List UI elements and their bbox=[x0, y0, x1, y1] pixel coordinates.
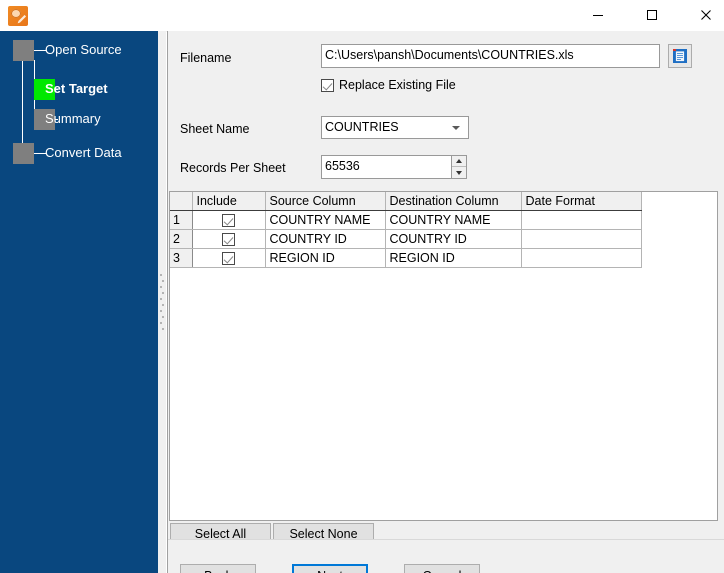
row-number: 2 bbox=[170, 229, 193, 249]
replace-existing-file-checkbox-row[interactable]: Replace Existing File bbox=[321, 78, 456, 92]
row-include-cell[interactable] bbox=[192, 248, 266, 268]
replace-existing-file-label: Replace Existing File bbox=[339, 78, 456, 92]
sheet-name-label: Sheet Name bbox=[180, 122, 250, 136]
table-row[interactable]: 2 COUNTRY ID COUNTRY ID bbox=[170, 229, 642, 249]
column-mapping-grid: Include Source Column Destination Column… bbox=[170, 192, 642, 268]
table-row[interactable]: 1 COUNTRY NAME COUNTRY NAME bbox=[170, 210, 642, 230]
records-per-sheet-stepper[interactable] bbox=[452, 155, 467, 179]
include-checkbox[interactable] bbox=[222, 252, 235, 266]
panel-splitter[interactable] bbox=[158, 31, 166, 573]
row-include-cell[interactable] bbox=[192, 210, 266, 230]
col-header-rownum[interactable] bbox=[170, 192, 193, 211]
close-icon bbox=[701, 10, 711, 20]
next-button[interactable]: Next bbox=[292, 564, 368, 573]
back-button[interactable]: Back bbox=[180, 564, 256, 573]
col-header-include[interactable]: Include bbox=[192, 192, 266, 211]
title-bar bbox=[0, 0, 724, 32]
records-per-sheet-label: Records Per Sheet bbox=[180, 161, 286, 175]
col-header-source[interactable]: Source Column bbox=[265, 192, 386, 211]
column-mapping-grid-panel: Include Source Column Destination Column… bbox=[169, 191, 718, 521]
row-destination-column[interactable]: REGION ID bbox=[385, 248, 522, 268]
chevron-down-icon bbox=[452, 126, 460, 130]
filename-input[interactable]: C:\Users\pansh\Documents\COUNTRIES.xls bbox=[321, 44, 660, 68]
col-header-destination[interactable]: Destination Column bbox=[385, 192, 522, 211]
sheet-name-value: COUNTRIES bbox=[325, 120, 399, 134]
wizard-step-tree: Open Source Set Target Summary Convert D… bbox=[0, 31, 158, 191]
row-source-column[interactable]: COUNTRY ID bbox=[265, 229, 386, 249]
stepper-up-icon[interactable] bbox=[452, 156, 466, 167]
sidebar-step-convert-data[interactable]: Convert Data bbox=[45, 145, 122, 161]
application-window: Open Source Set Target Summary Convert D… bbox=[0, 0, 724, 573]
row-number: 3 bbox=[170, 248, 193, 268]
row-destination-column[interactable]: COUNTRY NAME bbox=[385, 210, 522, 230]
row-date-format[interactable] bbox=[521, 210, 642, 230]
maximize-icon bbox=[647, 10, 657, 20]
table-header-row: Include Source Column Destination Column… bbox=[170, 192, 642, 211]
cancel-button[interactable]: Cancel bbox=[404, 564, 480, 573]
maximize-button[interactable] bbox=[629, 0, 675, 30]
row-date-format[interactable] bbox=[521, 248, 642, 268]
records-per-sheet-input[interactable]: 65536 bbox=[321, 155, 452, 179]
row-number: 1 bbox=[170, 210, 193, 230]
row-date-format[interactable] bbox=[521, 229, 642, 249]
wizard-button-bar: Back Next Cancel bbox=[168, 539, 724, 573]
close-button[interactable] bbox=[683, 0, 724, 30]
step-marker-convert-data bbox=[13, 143, 34, 164]
stepper-down-icon[interactable] bbox=[452, 167, 466, 178]
include-checkbox[interactable] bbox=[222, 214, 235, 228]
app-icon bbox=[8, 6, 28, 26]
filename-label: Filename bbox=[180, 51, 232, 65]
document-browse-icon bbox=[673, 49, 687, 63]
sidebar-step-summary[interactable]: Summary bbox=[45, 111, 101, 127]
wizard-sidebar: Open Source Set Target Summary Convert D… bbox=[0, 31, 158, 573]
minimize-icon bbox=[593, 15, 603, 16]
row-source-column[interactable]: REGION ID bbox=[265, 248, 386, 268]
row-include-cell[interactable] bbox=[192, 229, 266, 249]
sidebar-step-set-target[interactable]: Set Target bbox=[45, 81, 108, 97]
sheet-name-select[interactable]: COUNTRIES bbox=[321, 116, 469, 139]
minimize-button[interactable] bbox=[575, 0, 621, 30]
sidebar-step-open-source[interactable]: Open Source bbox=[45, 42, 122, 58]
row-source-column[interactable]: COUNTRY NAME bbox=[265, 210, 386, 230]
splitter-grip bbox=[160, 274, 164, 330]
col-header-date-format[interactable]: Date Format bbox=[521, 192, 642, 211]
step-marker-open-source bbox=[13, 40, 34, 61]
row-destination-column[interactable]: COUNTRY ID bbox=[385, 229, 522, 249]
include-checkbox[interactable] bbox=[222, 233, 235, 247]
table-row[interactable]: 3 REGION ID REGION ID bbox=[170, 248, 642, 268]
browse-file-button[interactable] bbox=[668, 44, 692, 68]
replace-existing-file-checkbox[interactable] bbox=[321, 78, 334, 92]
main-panel: Filename C:\Users\pansh\Documents\COUNTR… bbox=[167, 31, 724, 573]
